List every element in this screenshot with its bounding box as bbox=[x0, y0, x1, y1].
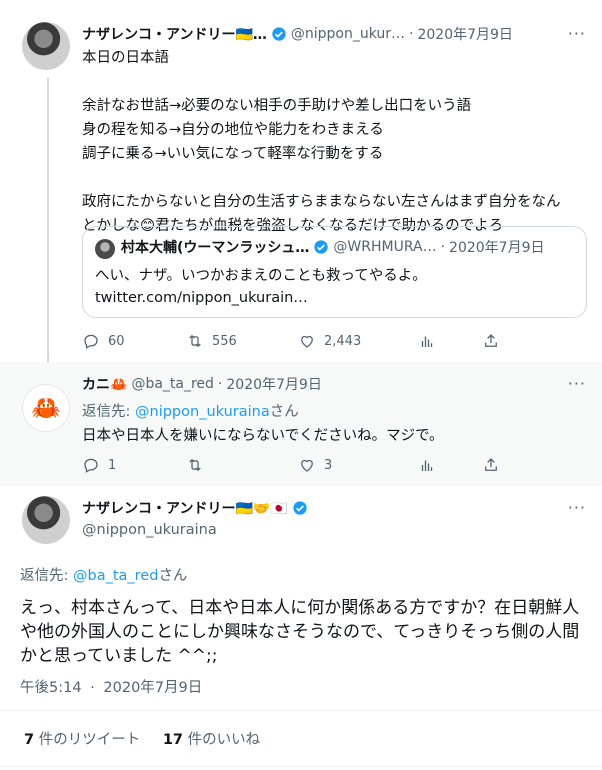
retweet-button[interactable] bbox=[186, 456, 298, 474]
more-icon[interactable]: ··· bbox=[568, 498, 586, 517]
separator: · bbox=[440, 239, 446, 255]
like-button[interactable]: 2,443 bbox=[298, 332, 418, 350]
separator: · bbox=[217, 376, 223, 392]
quote-avatar bbox=[95, 239, 115, 259]
avatar[interactable] bbox=[22, 22, 70, 70]
likes-stat[interactable]: 17 件のいいね bbox=[163, 732, 260, 748]
tweet-text: 日本や日本人を嫌いにならないでくださいね。マジで。 bbox=[82, 428, 444, 444]
tweet-header: カニ🦀 @ba_ta_red · 2020年7月9日 bbox=[82, 374, 322, 394]
reply-button[interactable]: 60 bbox=[82, 332, 186, 350]
tweet-actions: 1 3 bbox=[82, 456, 508, 474]
tweet-text: 本日の日本語 余計なお世話→必要のない相手の手助けや差し出口をいう語 身の程を知… bbox=[82, 46, 592, 238]
reply-icon bbox=[84, 334, 98, 349]
reply-handle-link[interactable]: @ba_ta_red bbox=[73, 568, 158, 584]
reply-suffix: さん bbox=[158, 568, 188, 584]
tweet-date[interactable]: 2020年7月9日 bbox=[226, 374, 321, 394]
quote-header: 村本大輔(ウーマンラッシュ… @WRHMURA… · 2020年7月9日 bbox=[121, 237, 544, 257]
timestamp[interactable]: 午後5:14 · 2020年7月9日 bbox=[20, 676, 202, 697]
handle[interactable]: @ba_ta_red bbox=[131, 376, 213, 392]
display-name[interactable]: ナザレンコ・アンドリー🇺🇦🤝🇯🇵 bbox=[82, 498, 288, 518]
text-line: 調子に乗る→いい気になって軽率な行動をする bbox=[82, 146, 384, 162]
quote-date: 2020年7月9日 bbox=[449, 240, 545, 256]
verified-icon bbox=[272, 27, 286, 41]
crab-icon: 🦀 bbox=[31, 394, 61, 422]
quote-handle: @WRHMURA… bbox=[333, 239, 437, 255]
tweet-header: ナザレンコ・アンドリー🇺🇦🤝🇯🇵 bbox=[82, 498, 312, 518]
reply-handle-link[interactable]: @nippon_ukuraina bbox=[135, 404, 270, 420]
text-line: 身の程を知る→自分の地位や能力をわきまえる bbox=[82, 122, 384, 138]
separator: · bbox=[409, 26, 414, 42]
tweet-header: ナザレンコ・アンドリー🇺🇦… @nippon_ukur… · 2020年7月9日 bbox=[82, 24, 513, 44]
text-line: えっ、村本さんって、日本や日本人に何か関係ある方ですか？在日朝鮮人 bbox=[20, 598, 580, 618]
analytics-icon bbox=[421, 336, 433, 347]
tweet-actions: 60 556 2,443 bbox=[82, 332, 508, 350]
text-line bbox=[82, 166, 592, 190]
quote-line: へい、ナザ。いつかおまえのことも救ってやるよ。 bbox=[95, 268, 427, 284]
display-name[interactable]: ナザレンコ・アンドリー🇺🇦… bbox=[82, 24, 267, 44]
separator: · bbox=[90, 680, 95, 696]
reply-to: 返信先: @nippon_ukurainaさん bbox=[82, 400, 299, 421]
divider bbox=[0, 710, 602, 711]
tweet-2[interactable]: 🦀 カニ🦀 @ba_ta_red · 2020年7月9日 ··· 返信先: @n… bbox=[0, 362, 602, 486]
tweet-thread: ナザレンコ・アンドリー🇺🇦… @nippon_ukur… · 2020年7月9日… bbox=[0, 0, 602, 770]
reply-button[interactable]: 1 bbox=[82, 456, 186, 474]
analytics-button[interactable] bbox=[418, 332, 482, 350]
text-line bbox=[82, 70, 592, 94]
quote-text: へい、ナザ。いつかおまえのことも救ってやるよ。 twitter.com/nipp… bbox=[95, 265, 427, 309]
like-icon bbox=[301, 459, 313, 472]
share-button[interactable] bbox=[482, 332, 508, 350]
verified-icon bbox=[314, 240, 329, 254]
retweet-total: 7 bbox=[24, 732, 35, 748]
share-icon bbox=[485, 334, 497, 347]
tweet-date[interactable]: 2020年7月9日 bbox=[417, 24, 512, 44]
tweet-1[interactable]: ナザレンコ・アンドリー🇺🇦… @nippon_ukur… · 2020年7月9日… bbox=[0, 0, 602, 362]
reply-count: 1 bbox=[108, 457, 117, 473]
handle[interactable]: @nippon_ukur… bbox=[291, 26, 405, 42]
like-icon bbox=[301, 335, 313, 348]
analytics-button[interactable] bbox=[418, 456, 482, 474]
quoted-tweet[interactable]: 村本大輔(ウーマンラッシュ… @WRHMURA… · 2020年7月9日 へい、… bbox=[82, 226, 587, 318]
share-button[interactable] bbox=[482, 456, 508, 474]
tweet-date[interactable]: 2020年7月9日 bbox=[103, 680, 202, 696]
text-line: や他の外国人のことにしか興味なさそうなので、てっきりそっち側の人間 bbox=[20, 622, 580, 642]
engagement-stats: 7 件のリツイート 17 件のいいね bbox=[24, 728, 260, 749]
avatar[interactable]: 🦀 bbox=[22, 384, 70, 432]
text-line: 政府にたからないと自分の生活すらままならない左さんはまず自分をなん bbox=[82, 194, 561, 210]
handle[interactable]: @nippon_ukuraina bbox=[82, 522, 217, 538]
avatar[interactable] bbox=[22, 496, 70, 544]
divider bbox=[0, 766, 602, 767]
retweet-count: 556 bbox=[212, 333, 237, 349]
display-name[interactable]: カニ🦀 bbox=[82, 374, 127, 394]
like-button[interactable]: 3 bbox=[298, 456, 418, 474]
retweets-stat[interactable]: 7 件のリツイート bbox=[24, 732, 140, 748]
reply-prefix: 返信先: bbox=[20, 568, 73, 584]
verified-icon bbox=[293, 501, 307, 515]
thread-connector bbox=[47, 78, 49, 364]
text-line: 余計なお世話→必要のない相手の手助けや差し出口をいう語 bbox=[82, 98, 472, 114]
retweet-icon bbox=[189, 334, 201, 348]
text-line: かと思っていました ^^;; bbox=[20, 646, 218, 666]
reply-suffix: さん bbox=[269, 404, 299, 420]
reply-to: 返信先: @ba_ta_redさん bbox=[20, 564, 187, 585]
like-label: 件のいいね bbox=[187, 732, 261, 748]
like-count: 2,443 bbox=[324, 333, 362, 349]
retweet-icon bbox=[189, 458, 201, 472]
like-total: 17 bbox=[162, 732, 183, 748]
quote-display-name: 村本大輔(ウーマンラッシュ… bbox=[121, 240, 310, 256]
main-tweet-text: えっ、村本さんって、日本や日本人に何か関係ある方ですか？在日朝鮮人 や他の外国人… bbox=[20, 596, 590, 668]
more-icon[interactable]: ··· bbox=[568, 24, 586, 43]
reply-prefix: 返信先: bbox=[82, 404, 135, 420]
share-icon bbox=[485, 458, 497, 471]
reply-icon bbox=[84, 458, 98, 473]
retweet-label: 件のリツイート bbox=[38, 732, 141, 748]
reply-count: 60 bbox=[108, 333, 125, 349]
analytics-icon bbox=[421, 460, 433, 471]
text-line: 本日の日本語 bbox=[82, 50, 169, 66]
retweet-button[interactable]: 556 bbox=[186, 332, 298, 350]
quote-link[interactable]: twitter.com/nippon_ukurain… bbox=[95, 287, 427, 309]
like-count: 3 bbox=[324, 457, 333, 473]
tweet-time[interactable]: 午後5:14 bbox=[20, 680, 82, 696]
more-icon[interactable]: ··· bbox=[568, 374, 586, 393]
